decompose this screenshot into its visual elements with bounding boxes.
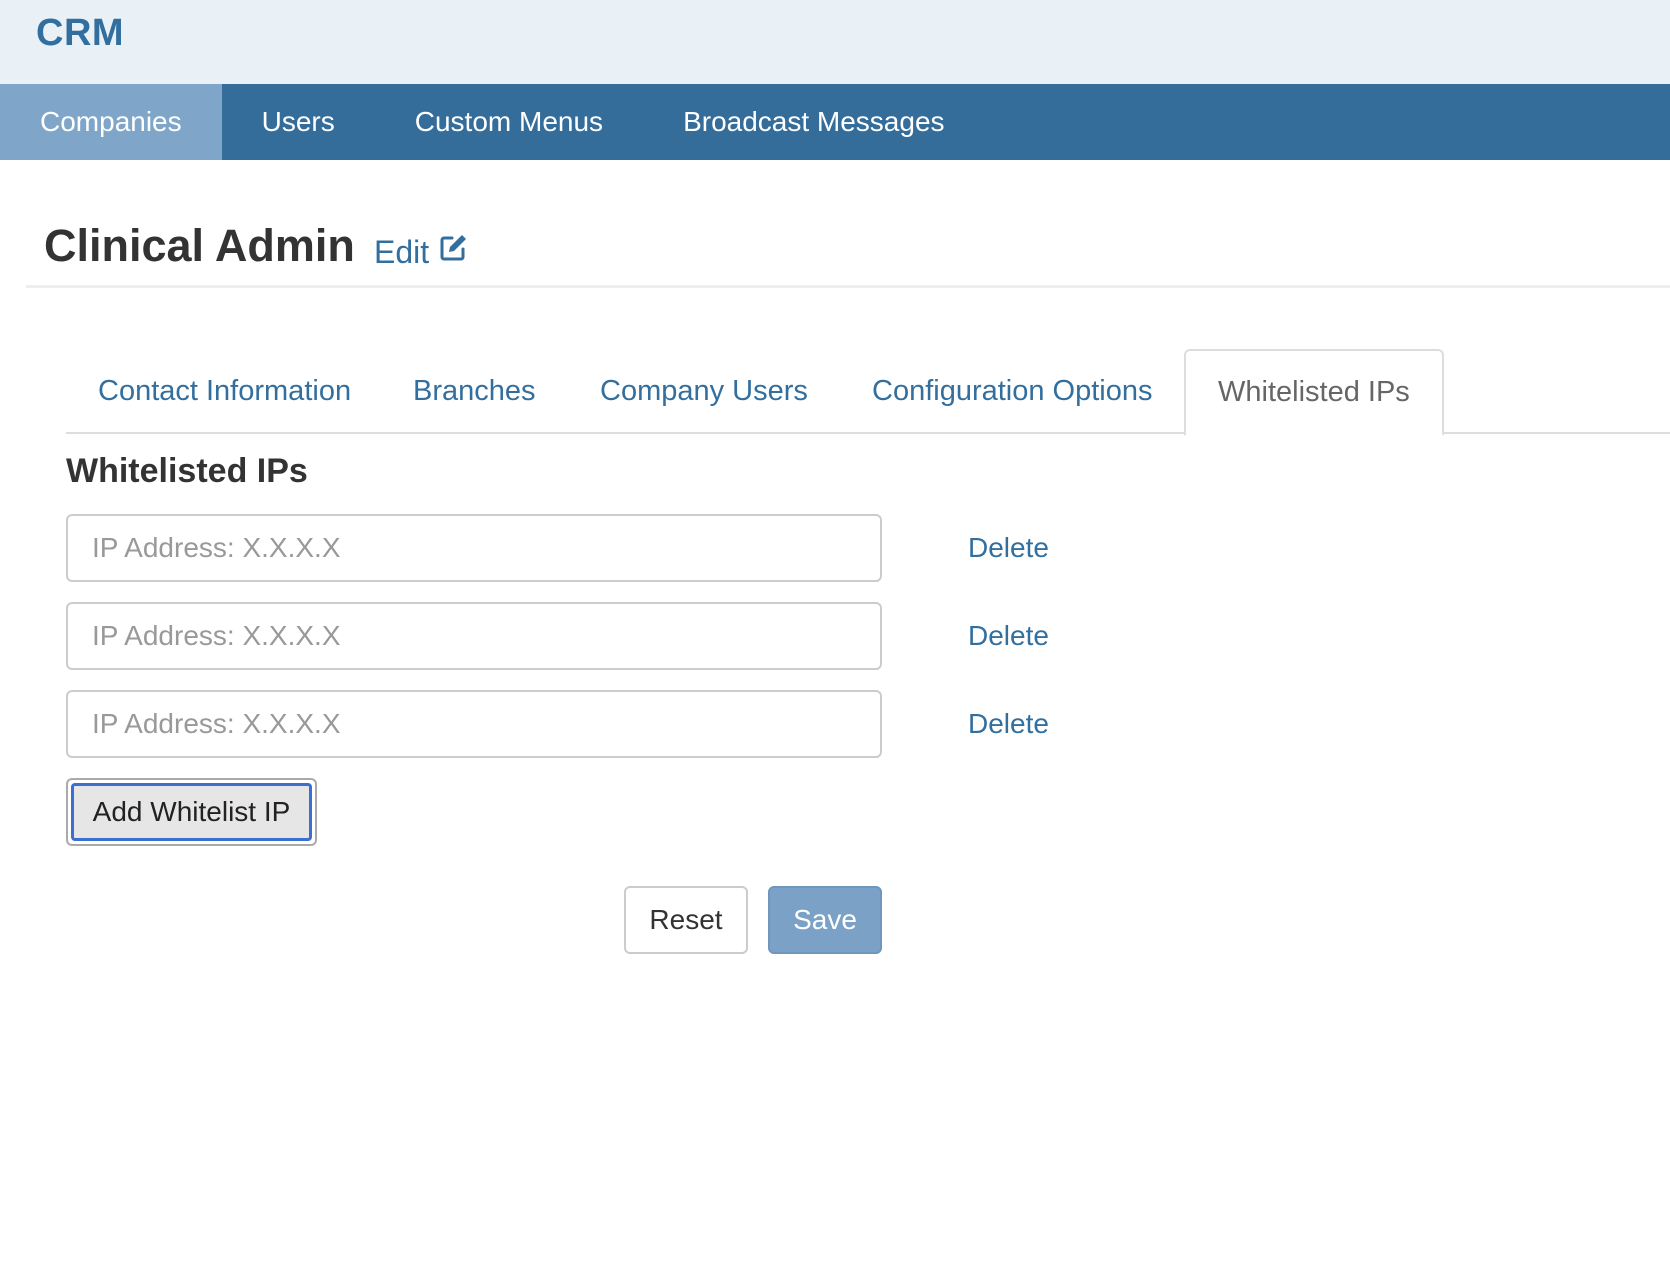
section-title: Whitelisted IPs [66, 452, 308, 490]
nav-item-companies[interactable]: Companies [0, 84, 222, 160]
main-nav: Companies Users Custom Menus Broadcast M… [0, 84, 1670, 160]
delete-ip-link-1[interactable]: Delete [968, 532, 1049, 564]
company-tabs: Contact Information Branches Company Use… [66, 349, 1670, 436]
ip-address-input-2[interactable] [66, 602, 882, 670]
save-button[interactable]: Save [768, 886, 882, 954]
edit-link[interactable]: Edit [374, 232, 469, 272]
brand-bar: CRM [0, 0, 1670, 84]
ip-address-input-1[interactable] [66, 514, 882, 582]
delete-ip-link-2[interactable]: Delete [968, 620, 1049, 652]
tab-branches[interactable]: Branches [381, 349, 568, 434]
nav-item-broadcast-messages[interactable]: Broadcast Messages [643, 84, 984, 160]
reset-button[interactable]: Reset [624, 886, 748, 954]
pencil-square-icon [437, 232, 469, 272]
page-title: Clinical Admin [44, 220, 355, 271]
page-header: Clinical Admin Edit [26, 200, 1670, 288]
edit-label: Edit [374, 233, 430, 270]
tab-company-users[interactable]: Company Users [568, 349, 840, 434]
nav-item-users[interactable]: Users [222, 84, 375, 160]
add-whitelist-ip-label: Add Whitelist IP [71, 783, 312, 841]
delete-ip-link-3[interactable]: Delete [968, 708, 1049, 740]
ip-address-input-3[interactable] [66, 690, 882, 758]
brand-logo[interactable]: CRM [36, 12, 124, 55]
add-whitelist-ip-button[interactable]: Add Whitelist IP [66, 778, 317, 846]
tab-configuration-options[interactable]: Configuration Options [840, 349, 1185, 434]
nav-item-custom-menus[interactable]: Custom Menus [375, 84, 643, 160]
tab-contact-information[interactable]: Contact Information [66, 349, 383, 434]
tab-whitelisted-ips[interactable]: Whitelisted IPs [1184, 349, 1444, 436]
